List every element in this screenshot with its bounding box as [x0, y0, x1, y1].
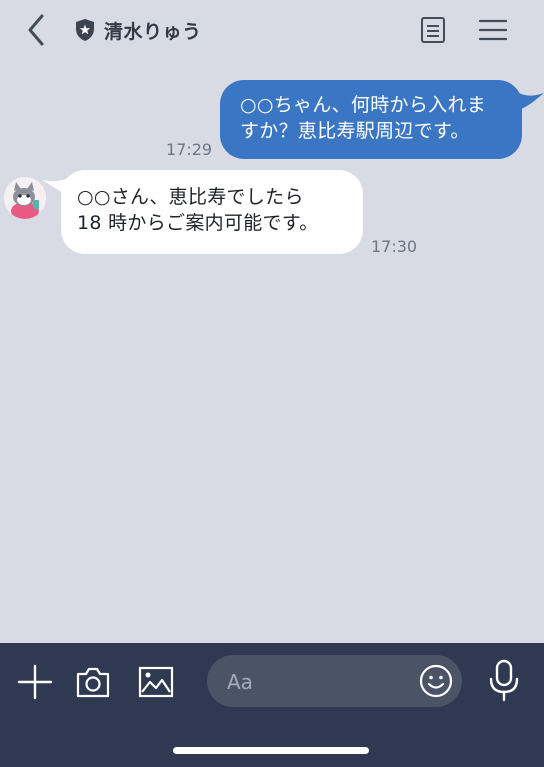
- avatar[interactable]: [4, 177, 46, 219]
- message-text: 18 時からご案内可能です。: [77, 212, 319, 234]
- message-timestamp: 17:29: [166, 140, 213, 159]
- microphone-icon[interactable]: [486, 659, 522, 703]
- menu-icon[interactable]: [478, 18, 508, 42]
- message-bubble-incoming[interactable]: ○○さん、恵比寿でしたら 18 時からご案内可能です。: [61, 170, 363, 254]
- image-icon[interactable]: [137, 663, 175, 701]
- home-indicator[interactable]: [173, 747, 369, 754]
- message-text: ○○さん、恵比寿でしたら: [77, 186, 304, 208]
- shield-star-icon: [76, 19, 94, 41]
- message-input-container: [207, 655, 462, 707]
- message-text: すか？恵比寿駅周辺です。: [240, 120, 470, 142]
- message-text: ○○ちゃん、何時から入れま: [240, 94, 487, 116]
- message-input[interactable]: [225, 665, 409, 699]
- cat-avatar-icon: [4, 177, 46, 219]
- chat-header: 清水りゅう: [0, 0, 544, 62]
- input-toolbar: [0, 643, 544, 767]
- note-icon[interactable]: [420, 16, 446, 44]
- message-timestamp: 17:30: [371, 237, 418, 256]
- message-bubble-outgoing[interactable]: ○○ちゃん、何時から入れま すか？恵比寿駅周辺です。: [220, 80, 522, 159]
- chat-title: 清水りゅう: [104, 21, 202, 43]
- back-chevron-icon[interactable]: [18, 10, 54, 50]
- emoji-icon[interactable]: [418, 663, 454, 699]
- camera-icon[interactable]: [74, 663, 112, 701]
- plus-icon[interactable]: [16, 663, 54, 701]
